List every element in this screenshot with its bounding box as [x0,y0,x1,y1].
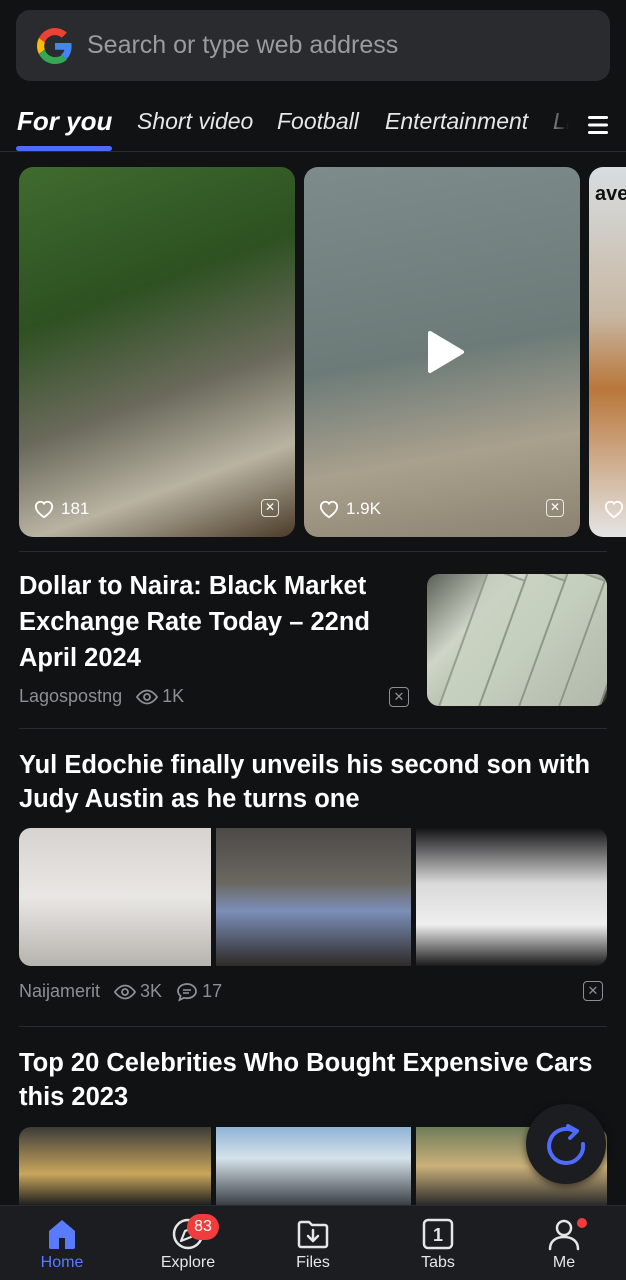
dismiss-icon[interactable]: ✕ [546,499,564,517]
article-title[interactable]: Yul Edochie finally unveils his second s… [19,748,609,816]
tab-football[interactable]: Football [277,108,359,135]
article-image [216,828,411,966]
article-title[interactable]: Top 20 Celebrities Who Bought Expensive … [19,1046,609,1114]
tab-entertainment[interactable]: Entertainment [385,108,528,135]
play-icon[interactable] [426,329,466,375]
divider [19,728,607,729]
nav-label: Home [40,1254,84,1271]
comment-icon [177,982,197,1002]
menu-icon[interactable] [586,114,610,136]
article-meta: Naijamerit 3K 17 [19,981,222,1002]
article-image [19,828,211,966]
nav-home[interactable]: Home [17,1216,107,1272]
dismiss-icon[interactable]: ✕ [389,687,409,707]
refresh-button[interactable] [526,1104,606,1184]
like-count[interactable]: 1.9K [318,499,381,519]
article-views: 1K [162,686,185,706]
short-video-card[interactable]: ave [589,167,626,537]
notification-dot [575,1216,589,1230]
tab-fade [540,100,576,146]
active-tab-indicator [16,146,112,151]
article-image [19,1127,211,1205]
article-thumbnail[interactable] [427,574,607,706]
article-source[interactable]: Lagospostng [19,686,122,707]
article-image [416,828,607,966]
article-source[interactable]: Naijamerit [19,981,100,1002]
nav-me[interactable]: Me [519,1216,609,1272]
heart-icon[interactable] [603,499,625,519]
article-image-strip[interactable] [19,828,607,966]
nav-label: Files [296,1254,330,1271]
like-count[interactable]: 181 [33,499,89,519]
like-count-text: 181 [61,499,90,518]
nav-explore[interactable]: 83 Explore [143,1214,233,1272]
divider [19,551,607,552]
short-video-card[interactable]: 181 ✕ [19,167,295,537]
address-bar[interactable]: Search or type web address [16,10,610,81]
eye-icon [114,984,137,999]
tab-short-video[interactable]: Short video [137,108,253,135]
heart-icon [34,500,54,519]
article-title[interactable]: Dollar to Naira: Black Market Exchange R… [19,568,404,676]
nav-files[interactable]: Files [268,1216,358,1272]
google-logo-icon [37,27,72,64]
nav-label: Explore [160,1254,216,1271]
divider [19,1026,607,1027]
short-video-card[interactable]: 1.9K ✕ [304,167,580,537]
tab-count: 1 [433,1225,443,1245]
home-icon [49,1220,75,1249]
nav-label: Me [552,1254,576,1271]
tab-for-you[interactable]: For you [17,106,112,137]
category-tabs: For you Short video Football Entertainme… [0,100,626,152]
refresh-icon [547,1124,586,1165]
article-meta: Lagospostng 1K [19,686,184,707]
article-image [216,1127,411,1205]
notification-badge: 83 [187,1214,219,1240]
eye-icon [136,689,159,704]
video-overlay-text: ave [595,183,626,205]
nav-tabs[interactable]: 1 Tabs [393,1216,483,1272]
bottom-navigation: Home 83 Explore Files 1 Tabs Me [0,1205,626,1280]
article-comments: 17 [202,981,223,1001]
search-placeholder: Search or type web address [87,31,399,59]
dismiss-icon[interactable]: ✕ [583,981,603,1001]
article-views: 3K [140,981,163,1001]
nav-label: Tabs [421,1254,455,1271]
dismiss-icon[interactable]: ✕ [261,499,279,517]
article-image-strip[interactable] [19,1127,607,1205]
files-download-icon [297,1220,329,1249]
like-count-text: 1.9K [346,499,381,518]
heart-icon [319,500,339,519]
tabs-count-icon: 1 [422,1218,454,1250]
